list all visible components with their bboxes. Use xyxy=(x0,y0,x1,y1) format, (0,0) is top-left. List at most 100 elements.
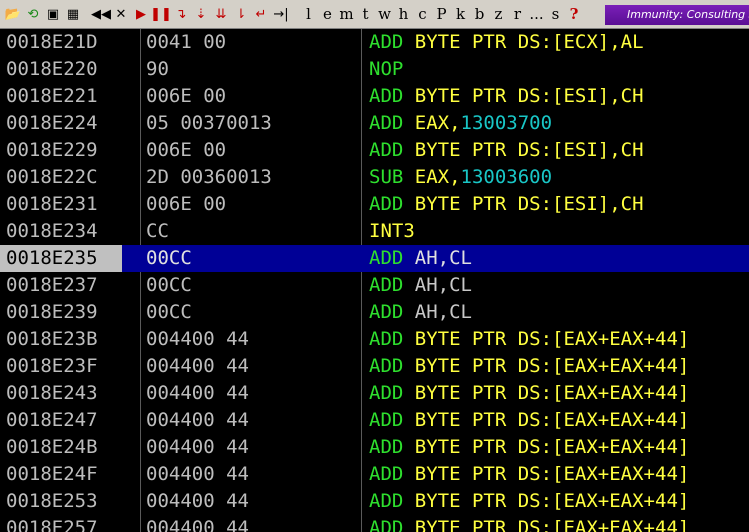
mnemonic: INT3 xyxy=(369,220,415,242)
goto-icon[interactable]: →| xyxy=(271,4,291,24)
disasm-row[interactable]: 0018E231 006E 00 ADD BYTE PTR DS:[ESI],CH xyxy=(0,191,749,218)
window-icon[interactable]: ▦ xyxy=(63,4,83,24)
run-icon[interactable]: ▶ xyxy=(131,4,151,24)
address-cell: 0018E243 xyxy=(6,382,98,404)
window-button-P[interactable]: P xyxy=(432,4,451,24)
address-cell: 0018E24B xyxy=(6,436,98,458)
hex-dump-cell: 004400 44 xyxy=(146,382,249,404)
operands: AH,CL xyxy=(414,301,472,323)
mnemonic: ADD xyxy=(369,355,404,377)
disassembly-cell: SUB EAX,13003600 xyxy=(369,164,552,191)
window-button-s[interactable]: s xyxy=(546,4,565,24)
window-button-b[interactable]: b xyxy=(470,4,489,24)
operands: BYTE PTR DS:[ECX],AL xyxy=(414,31,644,53)
hex-dump-cell: 006E 00 xyxy=(146,193,227,215)
address-cell: 0018E257 xyxy=(6,517,98,532)
window-button-ellipsis[interactable]: ... xyxy=(527,4,546,24)
hex-dump-cell: 004400 44 xyxy=(146,436,249,458)
disassembly-cell: ADD BYTE PTR DS:[EAX+EAX+44] xyxy=(369,461,689,488)
disasm-row[interactable]: 0018E23F 004400 44 ADD BYTE PTR DS:[EAX+EA… xyxy=(0,353,749,380)
disasm-row[interactable]: 0018E239 00CC ADD AH,CL xyxy=(0,299,749,326)
mnemonic: ADD xyxy=(369,31,404,53)
disassembly-pane[interactable]: 0018E21D 0041 00 ADD BYTE PTR DS:[ECX],AL 0… xyxy=(0,29,749,532)
window-button-h[interactable]: h xyxy=(394,4,413,24)
disassembly-cell: ADD BYTE PTR DS:[EAX+EAX+44] xyxy=(369,353,689,380)
hex-dump-cell: 0041 00 xyxy=(146,31,227,53)
trace-over-icon[interactable]: ⇂ xyxy=(231,4,251,24)
window-button-c[interactable]: c xyxy=(413,4,432,24)
disasm-row[interactable]: 0018E257 004400 44 ADD BYTE PTR DS:[EAX+EA… xyxy=(0,515,749,532)
mnemonic: ADD xyxy=(369,409,404,431)
disassembly-cell: ADD AH,CL xyxy=(369,299,472,326)
disassembly-cell: ADD BYTE PTR DS:[ESI],CH xyxy=(369,191,644,218)
mnemonic: ADD xyxy=(369,139,404,161)
address-cell: 0018E21D xyxy=(6,31,98,53)
restart-icon[interactable]: ⟲ xyxy=(23,4,43,24)
mnemonic: ADD xyxy=(369,490,404,512)
disasm-row[interactable]: 0018E24B 004400 44 ADD BYTE PTR DS:[EAX+EA… xyxy=(0,434,749,461)
disasm-row[interactable]: 0018E23B 004400 44 ADD BYTE PTR DS:[EAX+EA… xyxy=(0,326,749,353)
address-cell: 0018E234 xyxy=(6,220,98,242)
mnemonic: ADD xyxy=(369,328,404,350)
disasm-row[interactable]: 0018E243 004400 44 ADD BYTE PTR DS:[EAX+EA… xyxy=(0,380,749,407)
hex-dump-cell: 004400 44 xyxy=(146,517,249,532)
operands: EAX, xyxy=(414,112,461,134)
address-cell: 0018E22C xyxy=(6,166,98,188)
close-icon[interactable]: ▣ xyxy=(43,4,63,24)
mnemonic: ADD xyxy=(369,382,404,404)
address-cell: 0018E247 xyxy=(6,409,98,431)
execute-till-return-icon[interactable]: ↵ xyxy=(251,4,271,24)
disasm-row[interactable]: 0018E24F 004400 44 ADD BYTE PTR DS:[EAX+EA… xyxy=(0,461,749,488)
operand-spacer xyxy=(403,409,414,431)
disasm-row[interactable]: 0018E253 004400 44 ADD BYTE PTR DS:[EAX+EA… xyxy=(0,488,749,515)
window-button-w[interactable]: w xyxy=(375,4,394,24)
hex-dump-cell: 006E 00 xyxy=(146,139,227,161)
window-button-z[interactable]: z xyxy=(489,4,508,24)
mnemonic: ADD xyxy=(369,247,404,269)
operand-spacer xyxy=(403,139,414,161)
operand-spacer xyxy=(403,328,414,350)
disassembly-cell: NOP xyxy=(369,56,403,83)
window-button-e[interactable]: e xyxy=(318,4,337,24)
mnemonic: ADD xyxy=(369,463,404,485)
step-over-icon[interactable]: ⇣ xyxy=(191,4,211,24)
disasm-row[interactable]: 0018E237 00CC ADD AH,CL xyxy=(0,272,749,299)
rewind-icon[interactable]: ◀◀ xyxy=(91,4,111,24)
window-button-k[interactable]: k xyxy=(451,4,470,24)
window-button-r[interactable]: r xyxy=(508,4,527,24)
help-icon[interactable]: ? xyxy=(565,4,583,24)
disasm-row[interactable]: 0018E220 90 NOP xyxy=(0,56,749,83)
window-button-l[interactable]: l xyxy=(299,4,318,24)
operand-spacer xyxy=(403,490,414,512)
step-into-icon[interactable]: ↴ xyxy=(171,4,191,24)
window-button-t[interactable]: t xyxy=(356,4,375,24)
pause-icon[interactable]: ❚❚ xyxy=(150,4,172,24)
operands: BYTE PTR DS:[EAX+EAX+44] xyxy=(414,355,690,377)
mnemonic: ADD xyxy=(369,301,404,323)
stop-icon[interactable]: ✕ xyxy=(111,4,131,24)
disasm-row[interactable]: 0018E224 05 00370013 ADD EAX,13003700 xyxy=(0,110,749,137)
address-cell: 0018E231 xyxy=(6,193,98,215)
disassembly-cell: ADD EAX,13003700 xyxy=(369,110,552,137)
operand-spacer xyxy=(403,112,414,134)
operands: EAX, xyxy=(414,166,461,188)
address-cell: 0018E229 xyxy=(6,139,98,161)
disasm-row[interactable]: 0018E22C 2D 00360013 SUB EAX,13003600 xyxy=(0,164,749,191)
hex-dump-cell: 004400 44 xyxy=(146,355,249,377)
disasm-row[interactable]: 0018E229 006E 00 ADD BYTE PTR DS:[ESI],CH xyxy=(0,137,749,164)
toolbar-icon-group: 📂 ⟲ ▣ ▦ ◀◀ ✕ ▶ ❚❚ ↴ ⇣ ⇊ ⇂ ↵ →| xyxy=(0,0,291,28)
hex-dump-cell: 004400 44 xyxy=(146,409,249,431)
trace-into-icon[interactable]: ⇊ xyxy=(211,4,231,24)
disasm-row[interactable]: 0018E235 00CC ADD AH,CL xyxy=(0,245,749,272)
open-icon[interactable]: 📂 xyxy=(3,4,23,24)
disasm-row[interactable]: 0018E234 CC INT3 xyxy=(0,218,749,245)
disasm-row[interactable]: 0018E247 004400 44 ADD BYTE PTR DS:[EAX+EA… xyxy=(0,407,749,434)
operand-spacer xyxy=(403,517,414,532)
hex-dump-cell: 00CC xyxy=(146,247,192,269)
operand-spacer xyxy=(403,436,414,458)
disasm-row[interactable]: 0018E21D 0041 00 ADD BYTE PTR DS:[ECX],AL xyxy=(0,29,749,56)
window-button-m[interactable]: m xyxy=(337,4,356,24)
disasm-row[interactable]: 0018E221 006E 00 ADD BYTE PTR DS:[ESI],CH xyxy=(0,83,749,110)
address-cell: 0018E221 xyxy=(6,85,98,107)
hex-dump-cell: 006E 00 xyxy=(146,85,227,107)
